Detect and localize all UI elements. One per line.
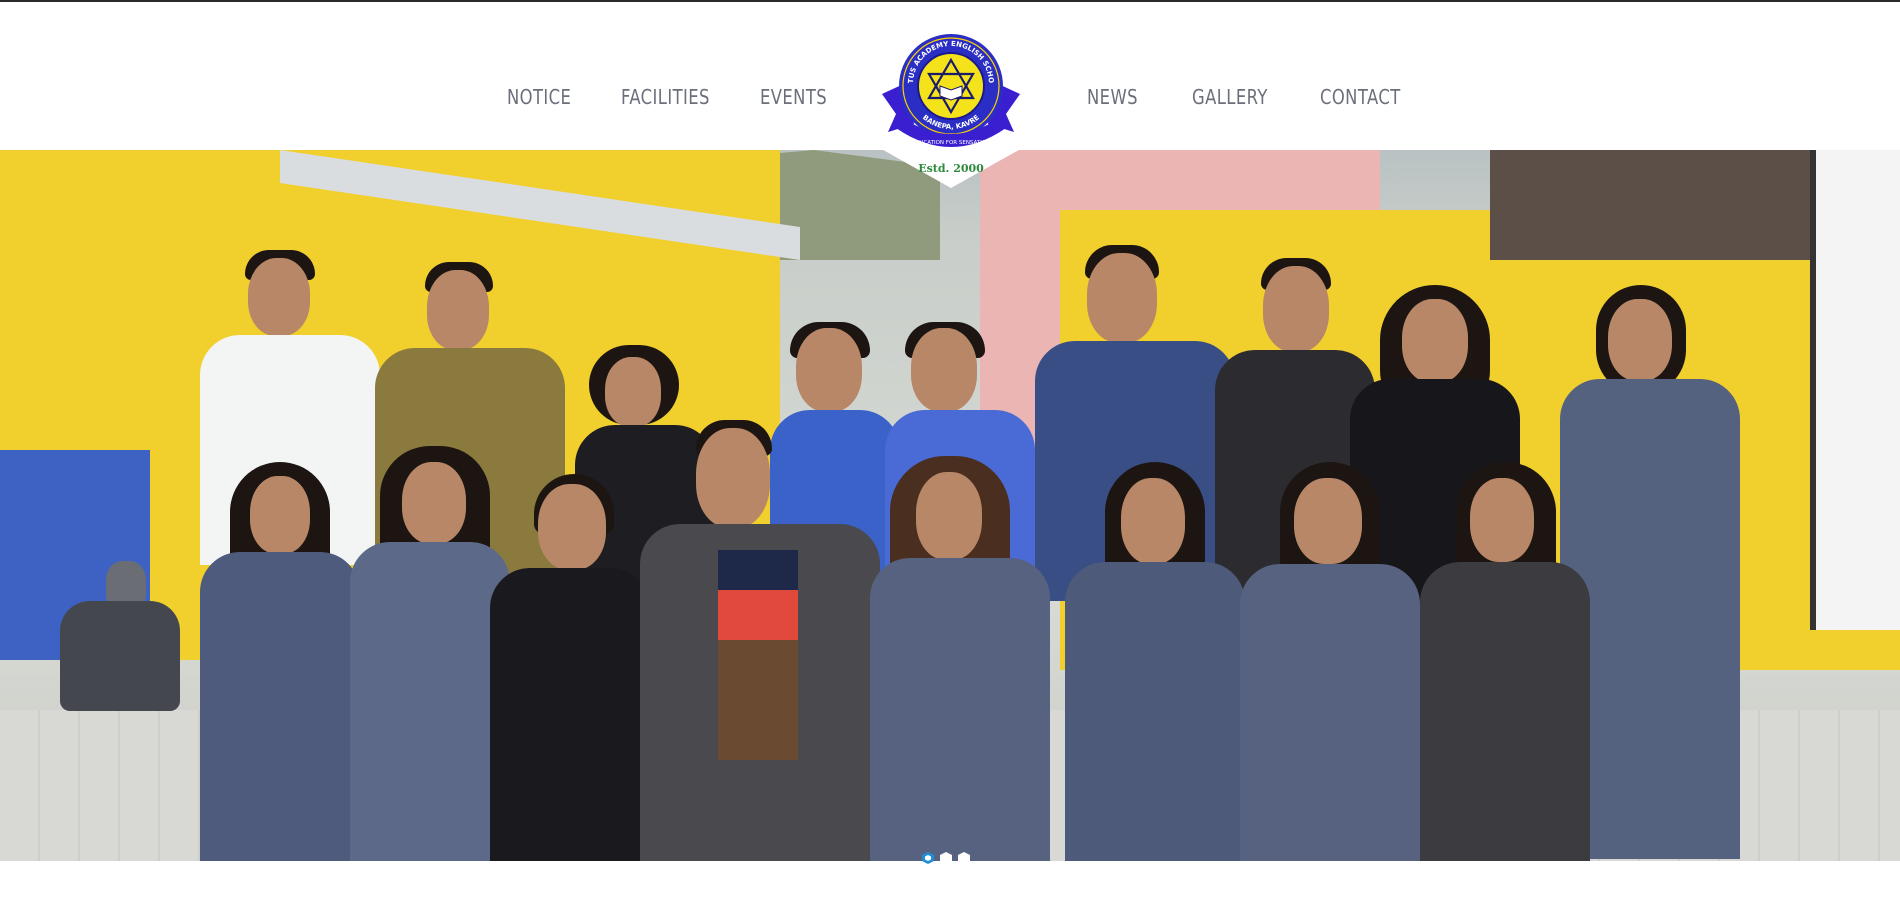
slider-dot-1[interactable]	[922, 852, 934, 864]
nav-link-contact[interactable]: CONTACT	[1320, 84, 1401, 110]
svg-text:EDUCATION FOR SENSATION: EDUCATION FOR SENSATION	[912, 140, 991, 146]
slider-dot-2[interactable]	[940, 852, 952, 864]
hero-group-photo	[0, 150, 1900, 861]
school-logo[interactable]: LOTUS ACADEMY ENGLISH SCHOOL BANEPA, KAV…	[878, 2, 1024, 188]
nav-link-events[interactable]: EVENTS	[760, 84, 827, 110]
slider-pagination	[922, 852, 970, 866]
nav-link-news[interactable]: NEWS	[1087, 84, 1138, 110]
school-crest-icon: LOTUS ACADEMY ENGLISH SCHOOL BANEPA, KAV…	[878, 24, 1020, 147]
door-right	[1810, 150, 1900, 630]
logo-established-year: Estd. 2000	[918, 162, 984, 175]
slider-dot-3[interactable]	[958, 852, 970, 864]
nav-link-gallery[interactable]: GALLERY	[1192, 84, 1268, 110]
nav-link-notice[interactable]: NOTICE	[507, 84, 571, 110]
slider-dots-tab	[910, 861, 990, 899]
nav-link-facilities[interactable]: FACILITIES	[621, 84, 710, 110]
